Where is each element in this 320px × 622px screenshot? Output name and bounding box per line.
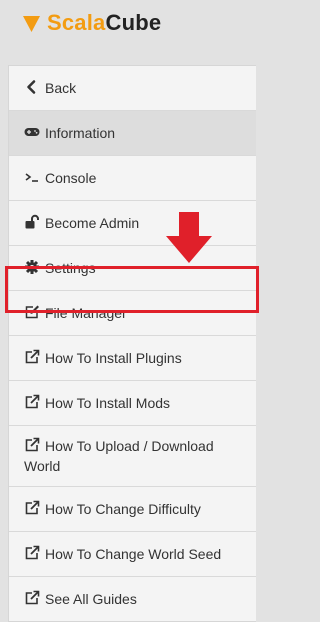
menu-item-label: Back (45, 80, 77, 96)
menu-item-label: How To Install Mods (45, 395, 171, 411)
logo-text: ScalaCube (47, 10, 161, 36)
menu-item-label: Console (45, 170, 97, 186)
chevron-left-icon (24, 79, 40, 95)
menu-item-label: How To Upload / Download World (24, 438, 214, 474)
menu-item-label: Information (45, 125, 116, 141)
external-link-icon (24, 394, 40, 410)
external-link-icon (24, 500, 40, 516)
logo-text-cube: Cube (105, 10, 162, 35)
menu-item-label: How To Change Difficulty (45, 501, 201, 517)
menu-item-label: How To Install Plugins (45, 350, 182, 366)
sidebar-menu: Back Information Console Become Admin Se… (8, 65, 256, 622)
external-link-icon (24, 590, 40, 606)
menu-item-install-plugins[interactable]: How To Install Plugins (9, 336, 256, 381)
terminal-icon (24, 169, 40, 185)
unlock-icon (24, 214, 40, 230)
menu-item-change-difficulty[interactable]: How To Change Difficulty (9, 487, 256, 532)
menu-item-label: How To Change World Seed (45, 546, 222, 562)
menu-item-upload-download-world[interactable]: How To Upload / Download World (9, 426, 256, 487)
menu-item-install-mods[interactable]: How To Install Mods (9, 381, 256, 426)
external-link-icon (24, 437, 40, 453)
arrow-down-icon (165, 212, 213, 264)
file-manager-highlight-box (5, 266, 259, 313)
menu-item-back[interactable]: Back (9, 66, 256, 111)
logo-triangle-icon (22, 14, 41, 33)
menu-item-see-all-guides[interactable]: See All Guides (9, 577, 256, 621)
external-link-icon (24, 545, 40, 561)
menu-item-label: Become Admin (45, 215, 140, 231)
logo-text-scala: Scala (47, 10, 106, 35)
menu-item-information[interactable]: Information (9, 111, 256, 156)
logo[interactable]: ScalaCube (22, 8, 161, 38)
menu-item-label: See All Guides (45, 591, 137, 607)
external-link-icon (24, 349, 40, 365)
menu-item-console[interactable]: Console (9, 156, 256, 201)
menu-item-become-admin[interactable]: Become Admin (9, 201, 256, 246)
gamepad-icon (24, 124, 40, 140)
menu-item-change-world-seed[interactable]: How To Change World Seed (9, 532, 256, 577)
